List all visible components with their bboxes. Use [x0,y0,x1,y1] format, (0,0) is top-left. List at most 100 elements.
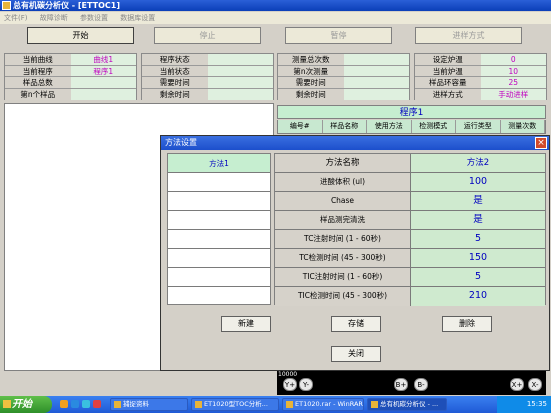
y-plus-button[interactable]: Y+ [283,378,297,391]
info-label: 样品环容量 [415,77,481,88]
method-list-item-empty[interactable] [168,192,270,211]
taskbar-item[interactable]: 捕捉资料 [110,398,188,411]
pause-button[interactable]: 暂停 [285,27,392,44]
taskbar-item-label: 捕捉资料 [123,400,149,408]
info-row: 当前炉温 10 [415,65,546,77]
method-list-item-empty[interactable] [168,249,270,268]
info-label: 当前状态 [142,65,208,76]
param-label: 样品测完清洗 [275,211,411,229]
taskbar-item-label: ET1020型TOC分析... [204,400,268,408]
column-header[interactable]: 样品名称 [323,120,367,133]
param-value[interactable]: 5 [411,268,545,286]
method-list-item-empty[interactable] [168,173,270,192]
info-row: 第n次测量 [278,65,409,77]
method-list-item-empty[interactable] [168,230,270,249]
menu-database[interactable]: 数据库设置 [120,14,155,22]
signal-strip [277,371,546,395]
info-row: 当前曲线 曲线1 [5,54,136,66]
info-table-measure: 测量总次数 第n次测量 需要时间 剩余时间 [277,53,410,100]
column-header[interactable]: 使用方法 [367,120,412,133]
info-row: 程序状态 [142,54,273,66]
method-list: 方法1 [167,153,271,305]
method-list-item-empty[interactable] [168,268,270,287]
param-value[interactable]: 210 [411,287,545,306]
column-header[interactable]: 编号# [278,120,323,133]
method-list-item-empty[interactable] [168,287,270,306]
new-method-button[interactable]: 新建 [221,316,271,332]
param-value[interactable]: 5 [411,230,545,248]
info-label: 剩余时间 [142,88,208,100]
column-header[interactable]: 测量次数 [501,120,545,133]
quicklaunch-icon[interactable] [71,400,79,408]
method-params-table: 方法名称 方法2 进酸体积 (ul) 100 Chase 是 样品测完清洗是 TC注射… [274,153,546,306]
info-value [207,77,273,88]
info-label: 剩余时间 [278,88,344,100]
quicklaunch-icon[interactable] [93,400,101,408]
method-list-item[interactable]: 方法1 [168,154,270,173]
info-row: 需要时间 [278,77,409,89]
param-value[interactable]: 方法2 [411,154,545,172]
info-row: 进样方式 手动进样 [415,88,546,100]
info-table-curve: 当前曲线 曲线1 当前程序 程序1 样品总数 第n个样品 [4,53,137,100]
app-icon [371,401,378,408]
info-value [207,54,273,65]
delete-method-button[interactable]: 删除 [442,316,492,332]
info-value [70,88,136,100]
info-row: 第n个样品 [5,88,136,100]
info-row: 设定炉温 0 [415,54,546,66]
menu-file[interactable]: 文件(F) [4,14,28,22]
x-plus-button[interactable]: X+ [510,378,524,391]
param-row: TC检测时间 (45 - 300秒) 150 [275,249,545,268]
info-row: 剩余时间 [278,88,409,100]
stop-button[interactable]: 停止 [154,27,261,44]
info-value [207,88,273,100]
menu-bar: 文件(F) 故障诊断 参数设置 数据库设置 [0,12,551,24]
info-table-furnace: 设定炉温 0 当前炉温 10 样品环容量 25 进样方式 手动进样 [414,53,547,100]
method-list-item-empty[interactable] [168,211,270,230]
dialog-title-bar: 方法设置 [161,136,549,150]
param-value[interactable]: 150 [411,249,545,267]
close-icon[interactable]: × [535,137,547,149]
menu-params[interactable]: 参数设置 [80,14,108,22]
system-tray: 15:35 [497,396,551,413]
param-label: 方法名称 [275,154,411,172]
menu-diagnosis[interactable]: 故障诊断 [40,14,68,22]
save-method-button[interactable]: 存储 [331,316,381,332]
injection-mode-button[interactable]: 进样方式 [415,27,522,44]
info-row: 剩余时间 [142,88,273,100]
program-table-header: 编号# 样品名称 使用方法 检测模式 运行类型 测量次数 [277,120,546,134]
param-label: Chase [275,192,411,210]
info-row: 样品总数 [5,77,136,89]
program-title: 程序1 [277,105,546,119]
info-label: 第n次测量 [278,65,344,76]
param-value[interactable]: 是 [411,211,545,229]
param-row: TIC注射时间 (1 - 60秒) 5 [275,268,545,287]
taskbar-item-label: 总有机碳分析仪 - ... [380,400,439,408]
taskbar-item[interactable]: ET1020.rar - WinRAR [282,398,364,411]
info-value: 10 [480,65,546,76]
info-value: 曲线1 [70,54,136,65]
b-plus-button[interactable]: B+ [394,378,408,391]
param-value[interactable]: 100 [411,173,545,191]
window-title: 总有机碳分析仪 - [ETTOC1] [13,1,121,10]
close-dialog-button[interactable]: 关闭 [331,346,381,362]
taskbar-item[interactable]: ET1020型TOC分析... [191,398,279,411]
taskbar-item-active[interactable]: 总有机碳分析仪 - ... [367,398,447,411]
info-label: 需要时间 [142,77,208,88]
quicklaunch-icon[interactable] [82,400,90,408]
column-header[interactable]: 检测模式 [412,120,456,133]
param-label: TIC检测时间 (45 - 300秒) [275,287,411,306]
archive-icon [286,401,293,408]
info-label: 样品总数 [5,77,71,88]
y-minus-button[interactable]: Y- [299,378,313,391]
x-minus-button[interactable]: X- [528,378,542,391]
param-value[interactable]: 是 [411,192,545,210]
info-label: 当前曲线 [5,54,71,65]
param-row: TIC检测时间 (45 - 300秒) 210 [275,287,545,306]
b-minus-button[interactable]: B- [414,378,428,391]
app-icon [2,1,11,10]
column-header[interactable]: 运行类型 [456,120,501,133]
start-button[interactable]: 开始 [27,27,134,44]
param-label: TIC注射时间 (1 - 60秒) [275,268,411,286]
quicklaunch-icon[interactable] [60,400,68,408]
